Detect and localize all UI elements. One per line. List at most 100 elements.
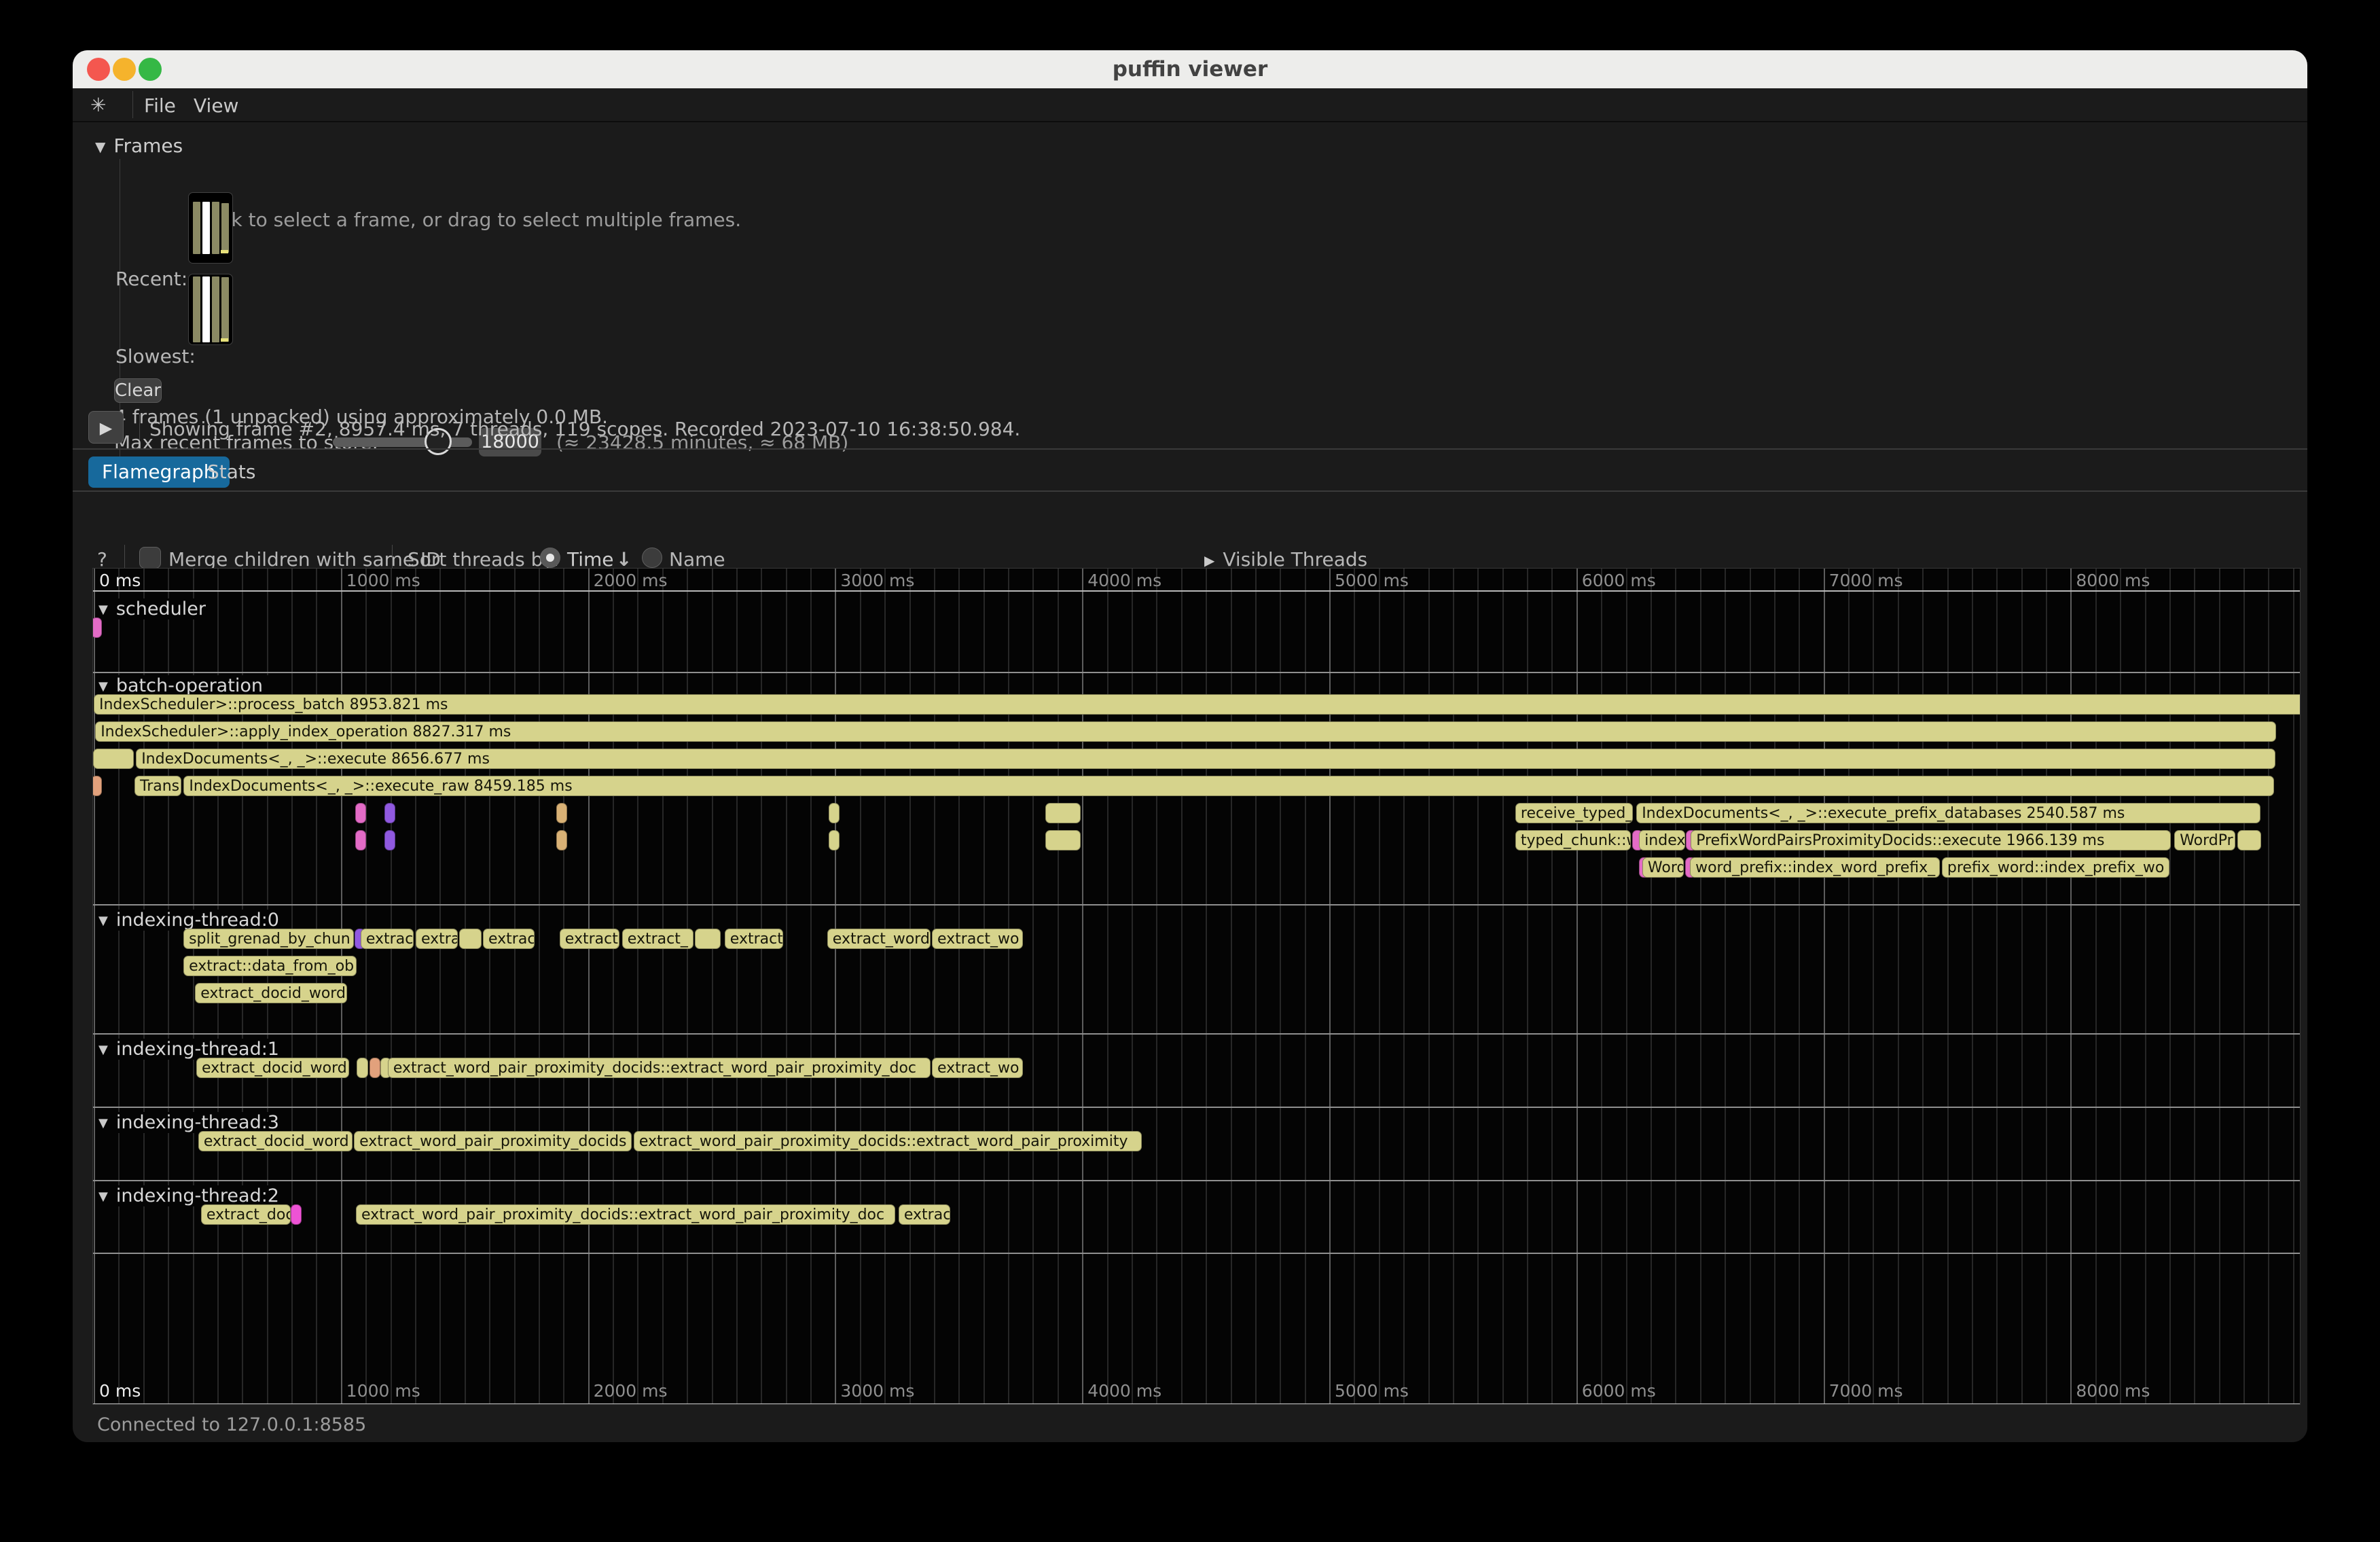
flamegraph-scope-bar[interactable]: extract_: [622, 929, 693, 949]
thread-header-indexing-thread-0[interactable]: ▼indexing-thread:0: [98, 910, 286, 931]
frame-bar[interactable]: [193, 276, 200, 342]
flamegraph-scope-bar[interactable]: extract_wo: [932, 929, 1023, 949]
flamegraph-scope-bar[interactable]: [93, 749, 134, 769]
sort-name-radio[interactable]: [642, 548, 662, 568]
status-bar: Connected to 127.0.0.1:8585: [73, 1405, 2307, 1442]
menu-separator: [132, 91, 133, 118]
screen-background: puffin viewer ✳ File View ▼Frames Click …: [0, 0, 2380, 1542]
axis-line: [93, 590, 2300, 592]
tab-stats[interactable]: Stats: [207, 456, 255, 488]
flamegraph-scope-bar[interactable]: IndexScheduler>::process_batch 8953.821 …: [94, 694, 2301, 715]
flamegraph-scope-bar[interactable]: extract: [725, 929, 783, 949]
flamegraph-scope-bar[interactable]: WordPr: [2174, 830, 2235, 850]
flamegraph-scope-bar[interactable]: [384, 830, 395, 850]
flamegraph-scope-bar[interactable]: receive_typed_: [1515, 803, 1633, 823]
flamegraph-scope-bar[interactable]: word_prefix::index_word_prefix_: [1690, 857, 1940, 878]
flamegraph-scope-bar[interactable]: Trans: [134, 776, 181, 796]
frame-bar[interactable]: [193, 202, 200, 254]
flamegraph-scope-bar[interactable]: IndexDocuments<_, _>::execute_prefix_dat…: [1636, 803, 2260, 823]
flamegraph-scope-bar[interactable]: extra: [416, 929, 458, 949]
flamegraph-scope-bar[interactable]: [1045, 830, 1081, 850]
flamegraph-scope-bar[interactable]: extract_word: [827, 929, 931, 949]
flamegraph-scope-bar[interactable]: extract_doc: [201, 1204, 291, 1225]
flamegraph-scope-bar[interactable]: [291, 1204, 302, 1225]
flamegraph-scope-bar[interactable]: [556, 803, 567, 823]
menu-view[interactable]: View: [194, 94, 238, 117]
flamegraph-scope-bar[interactable]: [355, 803, 366, 823]
flamegraph-scope-bar[interactable]: IndexDocuments<_, _>::execute_raw 8459.1…: [183, 776, 2273, 796]
frame-bar[interactable]: [212, 276, 219, 342]
flamegraph-scope-bar[interactable]: [829, 830, 840, 850]
thread-header-indexing-thread-2[interactable]: ▼indexing-thread:2: [98, 1185, 286, 1206]
flamegraph-scope-bar[interactable]: [2237, 830, 2261, 850]
thread-header-batch-operation[interactable]: ▼batch-operation: [98, 675, 270, 696]
axis-tick-label: 2000 ms: [594, 571, 668, 590]
sort-time-radio[interactable]: [540, 548, 560, 568]
flamegraph-scope-bar[interactable]: [1045, 803, 1081, 823]
flamegraph-scope-bar[interactable]: typed_chunk::w: [1515, 830, 1631, 850]
theme-toggle-icon[interactable]: ✳: [90, 94, 106, 116]
flamegraph-scope-bar[interactable]: [355, 830, 366, 850]
flamegraph-scope-bar[interactable]: [829, 803, 840, 823]
puffin-viewer-window: puffin viewer ✳ File View ▼Frames Click …: [73, 50, 2307, 1442]
gridline: [94, 569, 95, 1404]
frame-bar[interactable]: [221, 203, 229, 253]
flamegraph-scope-bar[interactable]: Word: [1642, 857, 1684, 878]
flamegraph-scope-bar[interactable]: extract: [361, 929, 414, 949]
flamegraph-scope-bar[interactable]: split_grenad_by_chun: [183, 929, 354, 949]
axis-tick-label: 5000 ms: [1335, 571, 1409, 590]
flamegraph-scope-bar[interactable]: extrac: [483, 929, 535, 949]
connection-status: Connected to 127.0.0.1:8585: [97, 1414, 366, 1435]
flamegraph-panel[interactable]: 0 ms0 ms1000 ms1000 ms2000 ms2000 ms3000…: [92, 568, 2301, 1405]
flamegraph-scope-bar[interactable]: extract_wo: [932, 1058, 1023, 1078]
flamegraph-scope-bar[interactable]: extract::data_from_ob: [183, 956, 357, 976]
axis-tick-label: 0 ms: [99, 571, 141, 590]
menu-file[interactable]: File: [144, 94, 176, 117]
thread-separator-line: [93, 1033, 2300, 1035]
clear-frames-button[interactable]: Clear: [114, 378, 162, 403]
recent-label: Recent:: [115, 268, 187, 290]
flamegraph-scope-bar[interactable]: extract_: [560, 929, 619, 949]
merge-children-checkbox[interactable]: [139, 547, 161, 569]
flamegraph-scope-bar[interactable]: extract_docid_word: [198, 1131, 353, 1151]
play-button[interactable]: ▶: [88, 411, 124, 444]
flamegraph-scope-bar[interactable]: [369, 1058, 380, 1078]
flamegraph-scope-bar[interactable]: extract_word_pair_proximity_docids::extr…: [388, 1058, 931, 1078]
frame-bar-selected[interactable]: [202, 202, 210, 254]
axis-tick-label: 2000 ms: [594, 1381, 668, 1401]
slowest-frames-thumbnail[interactable]: [188, 274, 233, 345]
frames-section-header[interactable]: ▼Frames: [95, 135, 183, 157]
axis-tick-label: 4000 ms: [1087, 1381, 1161, 1401]
flamegraph-scope-bar[interactable]: IndexScheduler>::apply_index_operation 8…: [95, 721, 2276, 742]
flamegraph-scope-bar[interactable]: IndexDocuments<_, _>::execute 8656.677 m…: [136, 749, 2275, 769]
axis-tick-label: 3000 ms: [840, 571, 914, 590]
flamegraph-scope-bar[interactable]: extract_docid_word: [196, 1058, 349, 1078]
thread-separator-line: [93, 1180, 2300, 1181]
flamegraph-scope-bar[interactable]: extract_word_pair_proximity_docids::extr…: [634, 1131, 1142, 1151]
flamegraph-scope-bar[interactable]: extract_word_pair_proximity_docids::extr…: [356, 1204, 895, 1225]
flamegraph-scope-bar[interactable]: [695, 929, 721, 949]
flamegraph-scope-bar[interactable]: [459, 929, 482, 949]
axis-tick-label: 3000 ms: [840, 1381, 914, 1401]
thread-header-indexing-thread-1[interactable]: ▼indexing-thread:1: [98, 1039, 286, 1060]
flamegraph-scope-bar[interactable]: extract_docid_word: [195, 983, 347, 1003]
flamegraph-scope-bar[interactable]: extract_word_pair_proximity_docids: [354, 1131, 632, 1151]
frames-hint: Click to select a frame, or drag to sele…: [197, 209, 741, 231]
flamegraph-scope-bar[interactable]: PrefixWordPairsProximityDocids::execute …: [1691, 830, 2171, 850]
collapse-triangle-icon: ▼: [98, 914, 108, 928]
flamegraph-scope-bar[interactable]: prefix_word::index_prefix_wo: [1942, 857, 2169, 878]
flamegraph-scope-bar[interactable]: [357, 1058, 368, 1078]
recent-frames-thumbnail[interactable]: [188, 192, 233, 264]
flamegraph-scope-bar[interactable]: [92, 617, 102, 638]
flamegraph-scope-bar[interactable]: [384, 803, 395, 823]
flamegraph-scope-bar[interactable]: [92, 776, 102, 796]
thread-header-indexing-thread-3[interactable]: ▼indexing-thread:3: [98, 1112, 286, 1133]
thread-header-scheduler[interactable]: ▼scheduler: [98, 598, 213, 620]
collapse-triangle-icon: ▼: [98, 1043, 108, 1057]
frame-bar-selected[interactable]: [202, 276, 210, 342]
frame-bar[interactable]: [212, 202, 219, 254]
flamegraph-scope-bar[interactable]: index: [1639, 830, 1685, 850]
frame-bar[interactable]: [221, 277, 229, 341]
flamegraph-scope-bar[interactable]: extrac: [899, 1204, 950, 1225]
flamegraph-scope-bar[interactable]: [556, 830, 567, 850]
